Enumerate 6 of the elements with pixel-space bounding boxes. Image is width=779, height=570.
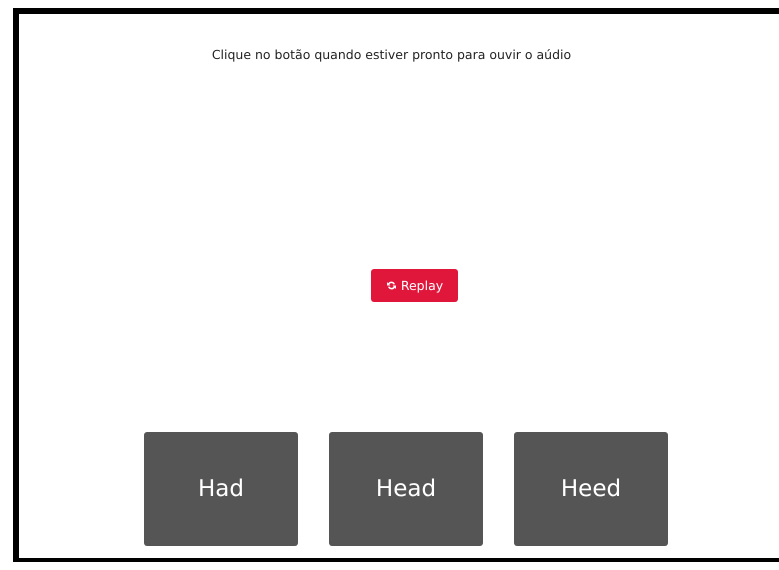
answer-button[interactable]: Had bbox=[144, 432, 298, 546]
instruction-text: Clique no botão quando estiver pronto para ouvir o aúdio bbox=[210, 47, 572, 62]
refresh-icon bbox=[386, 280, 397, 291]
answer-button[interactable]: Heed bbox=[514, 432, 668, 546]
replay-button[interactable]: Replay bbox=[371, 269, 458, 302]
answer-button[interactable]: Head bbox=[329, 432, 483, 546]
